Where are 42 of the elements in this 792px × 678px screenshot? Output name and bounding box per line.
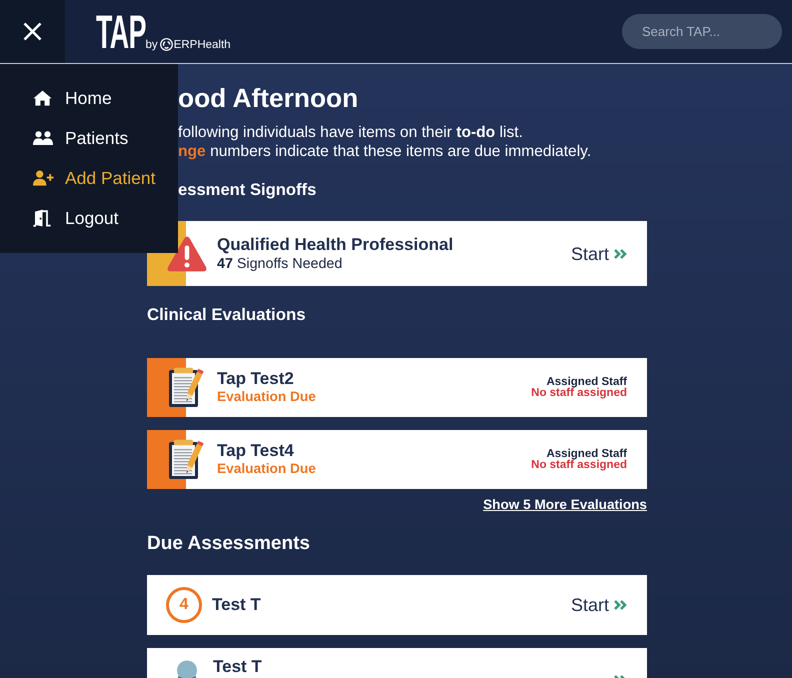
warning-icon [167,236,207,272]
logo-byline: by [146,39,158,51]
door-icon [33,209,51,227]
card-title: Test T [212,595,261,615]
intro-text: nge numbers indicate that these items are due immediately. [178,142,592,161]
menu-item[interactable]: Patients [0,118,178,158]
start-button[interactable]: Start [570,594,627,616]
intro-text: following individuals have items on their to-do list. [178,123,524,142]
menu-item[interactable]: Logout [0,198,178,238]
circular-arrows-icon [160,38,173,51]
card-title: Test T [213,657,262,677]
close-icon [23,22,42,41]
card-title: Qualified Health Professional [217,234,454,254]
people-icon [33,131,53,145]
double-chevron-icon [614,248,627,258]
brand-name: ERPHealth [174,39,231,51]
signoff-count-text: 47 Signoffs Needed [217,254,344,272]
greeting-heading: ood Afternoon [178,83,360,113]
user-plus-icon [33,170,54,186]
status-text: Evaluation Due [217,388,316,406]
staff-value: No staff assigned [531,388,627,398]
staff-label: Assigned Staff [546,448,627,460]
staff-label: Assigned Staff [546,376,627,388]
clipboard-icon [167,367,205,408]
card-title: Tap Test2 [217,369,295,388]
menu-item[interactable]: Home [0,78,178,118]
home-icon [33,90,52,106]
section-heading: Due Assessments [147,532,311,556]
close-button[interactable] [0,0,65,63]
menu-item[interactable]: Add Patient [0,158,178,198]
logo-wordmark: TAP [96,8,146,55]
section-heading: Clinical Evaluations [147,304,307,326]
start-button[interactable]: Start [570,242,627,264]
section-heading: essment Signoffs [178,179,318,201]
show-more-link[interactable]: Show 5 More Evaluations [483,496,647,514]
card-title: Tap Test4 [217,441,295,460]
search-field[interactable]: Search TAP... [622,14,782,49]
double-chevron-icon [614,600,627,610]
staff-value: No staff assigned [531,460,627,470]
clipboard-icon [167,439,205,480]
status-text: Evaluation Due [217,460,316,478]
count-badge: 4 [166,587,202,623]
